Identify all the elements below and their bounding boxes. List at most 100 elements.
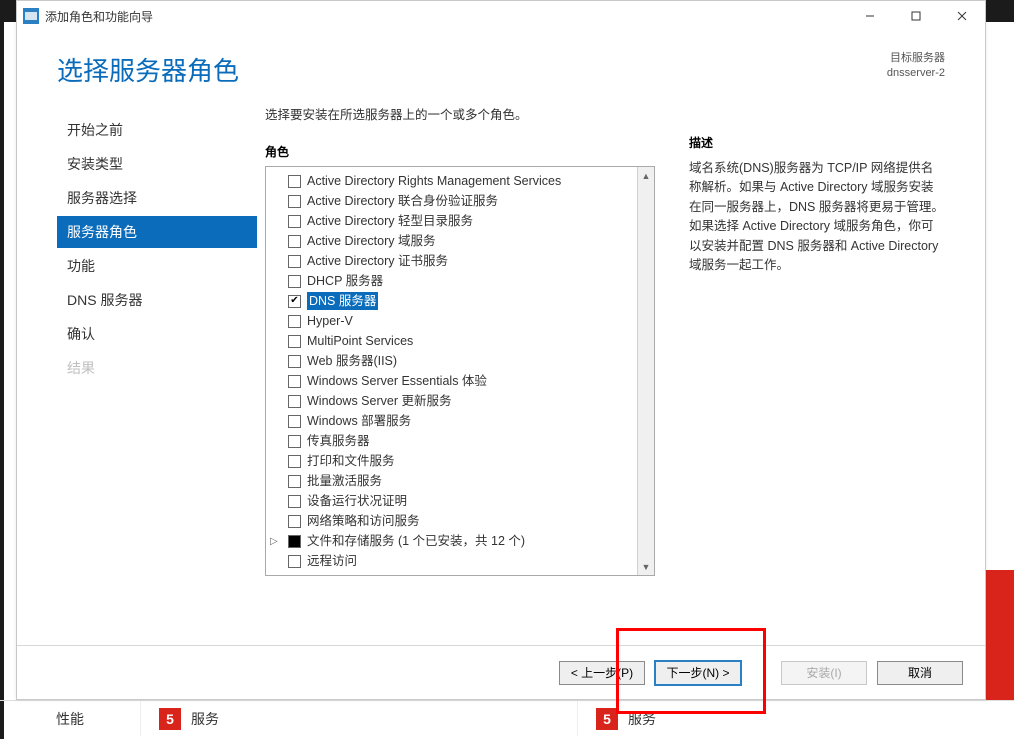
role-item[interactable]: Active Directory 域服务 [266,231,654,251]
role-label: Active Directory 证书服务 [307,252,448,270]
role-item[interactable]: 打印和文件服务 [266,451,654,471]
role-label: 批量激活服务 [307,472,382,490]
instruction-text: 选择要安装在所选服务器上的一个或多个角色。 [265,104,665,123]
nav-item-3[interactable]: 服务器角色 [57,216,257,248]
role-checkbox[interactable] [288,255,301,268]
roles-scrollbar[interactable]: ▲ ▼ [637,167,654,575]
role-item[interactable]: 远程访问 [266,551,654,571]
role-item[interactable]: 批量激活服务 [266,471,654,491]
target-server-name: dnsserver-2 [887,66,945,81]
role-item[interactable]: Hyper-V [266,311,654,331]
role-checkbox[interactable] [288,235,301,248]
target-server-box: 目标服务器 dnsserver-2 [887,51,945,82]
role-checkbox[interactable] [288,415,301,428]
role-label: Active Directory 域服务 [307,232,436,250]
install-button[interactable]: 安装(I) [781,661,867,685]
role-item[interactable]: MultiPoint Services [266,331,654,351]
role-checkbox[interactable] [288,335,301,348]
roles-list-header: 角色 [265,143,665,160]
nav-item-7: 结果 [57,352,257,384]
nav-item-4[interactable]: 功能 [57,250,257,282]
role-checkbox[interactable] [288,275,301,288]
role-label: DNS 服务器 [307,292,378,310]
description-header: 描述 [689,134,945,151]
role-checkbox[interactable] [288,375,301,388]
backdrop-service-cell-left: 5 服务 [140,701,577,736]
backdrop-perf-cell: 性能 [0,701,140,736]
role-item[interactable]: 传真服务器 [266,431,654,451]
role-item[interactable]: Windows Server 更新服务 [266,391,654,411]
role-item[interactable]: DNS 服务器 [266,291,654,311]
role-item[interactable]: Active Directory 轻型目录服务 [266,211,654,231]
backdrop-badge-right: 5 [596,708,618,730]
role-checkbox[interactable] [288,295,301,308]
description-text: 域名系统(DNS)服务器为 TCP/IP 网络提供名称解析。如果与 Active… [689,159,945,275]
previous-button[interactable]: < 上一步(P) [559,661,645,685]
role-label: Windows Server Essentials 体验 [307,372,487,390]
scroll-down-icon[interactable]: ▼ [638,558,655,575]
nav-item-5[interactable]: DNS 服务器 [57,284,257,316]
role-item[interactable]: Active Directory 证书服务 [266,251,654,271]
role-item[interactable]: Web 服务器(IIS) [266,351,654,371]
role-checkbox[interactable] [288,515,301,528]
titlebar[interactable]: 添加角色和功能向导 [17,1,985,31]
role-label: 文件和存储服务 (1 个已安装，共 12 个) [307,532,525,550]
backdrop-service-label-left: 服务 [191,709,219,729]
app-icon [23,8,39,24]
role-item[interactable]: 文件和存储服务 (1 个已安装，共 12 个) [266,531,654,551]
window-title: 添加角色和功能向导 [45,8,153,25]
role-checkbox[interactable] [288,315,301,328]
role-checkbox[interactable] [288,435,301,448]
next-button[interactable]: 下一步(N) > [655,661,741,685]
role-label: Active Directory Rights Management Servi… [307,172,561,190]
role-label: Windows Server 更新服务 [307,392,451,410]
backdrop-perf-label: 性能 [56,709,84,729]
role-checkbox[interactable] [288,555,301,568]
background-red-strip [986,570,1014,700]
role-label: Active Directory 联合身份验证服务 [307,192,498,210]
wizard-footer: < 上一步(P) 下一步(N) > 安装(I) 取消 [17,645,985,699]
role-label: 远程访问 [307,552,357,570]
minimize-button[interactable] [847,1,893,31]
role-checkbox[interactable] [288,355,301,368]
role-label: Active Directory 轻型目录服务 [307,212,473,230]
role-label: 传真服务器 [307,432,370,450]
role-item[interactable]: 网络策略和访问服务 [266,511,654,531]
role-checkbox[interactable] [288,195,301,208]
role-label: DHCP 服务器 [307,272,383,290]
role-label: MultiPoint Services [307,332,413,350]
role-checkbox[interactable] [288,475,301,488]
role-checkbox[interactable] [288,495,301,508]
nav-item-2[interactable]: 服务器选择 [57,182,257,214]
target-server-label: 目标服务器 [887,51,945,66]
maximize-button[interactable] [893,1,939,31]
role-checkbox[interactable] [288,395,301,408]
role-item[interactable]: Active Directory 联合身份验证服务 [266,191,654,211]
role-item[interactable]: Active Directory Rights Management Servi… [266,171,654,191]
wizard-nav: 开始之前安装类型服务器选择服务器角色功能DNS 服务器确认结果 [57,104,257,638]
nav-item-0[interactable]: 开始之前 [57,114,257,146]
role-label: 打印和文件服务 [307,452,395,470]
cancel-button[interactable]: 取消 [877,661,963,685]
role-item[interactable]: DHCP 服务器 [266,271,654,291]
nav-item-1[interactable]: 安装类型 [57,148,257,180]
scroll-up-icon[interactable]: ▲ [638,167,655,184]
role-item[interactable]: Windows 部署服务 [266,411,654,431]
scroll-track[interactable] [638,184,654,558]
role-item[interactable]: Windows Server Essentials 体验 [266,371,654,391]
close-button[interactable] [939,1,985,31]
role-checkbox[interactable] [288,535,301,548]
background-left-edge [0,0,4,739]
role-label: 设备运行状况证明 [307,492,407,510]
role-item[interactable]: 设备运行状况证明 [266,491,654,511]
roles-listbox[interactable]: Active Directory Rights Management Servi… [265,166,655,576]
role-label: Hyper-V [307,312,353,330]
backdrop-badge-left: 5 [159,708,181,730]
role-checkbox[interactable] [288,215,301,228]
role-label: Windows 部署服务 [307,412,411,430]
role-checkbox[interactable] [288,455,301,468]
nav-item-6[interactable]: 确认 [57,318,257,350]
page-title: 选择服务器角色 [57,51,239,88]
role-label: 网络策略和访问服务 [307,512,420,530]
role-checkbox[interactable] [288,175,301,188]
